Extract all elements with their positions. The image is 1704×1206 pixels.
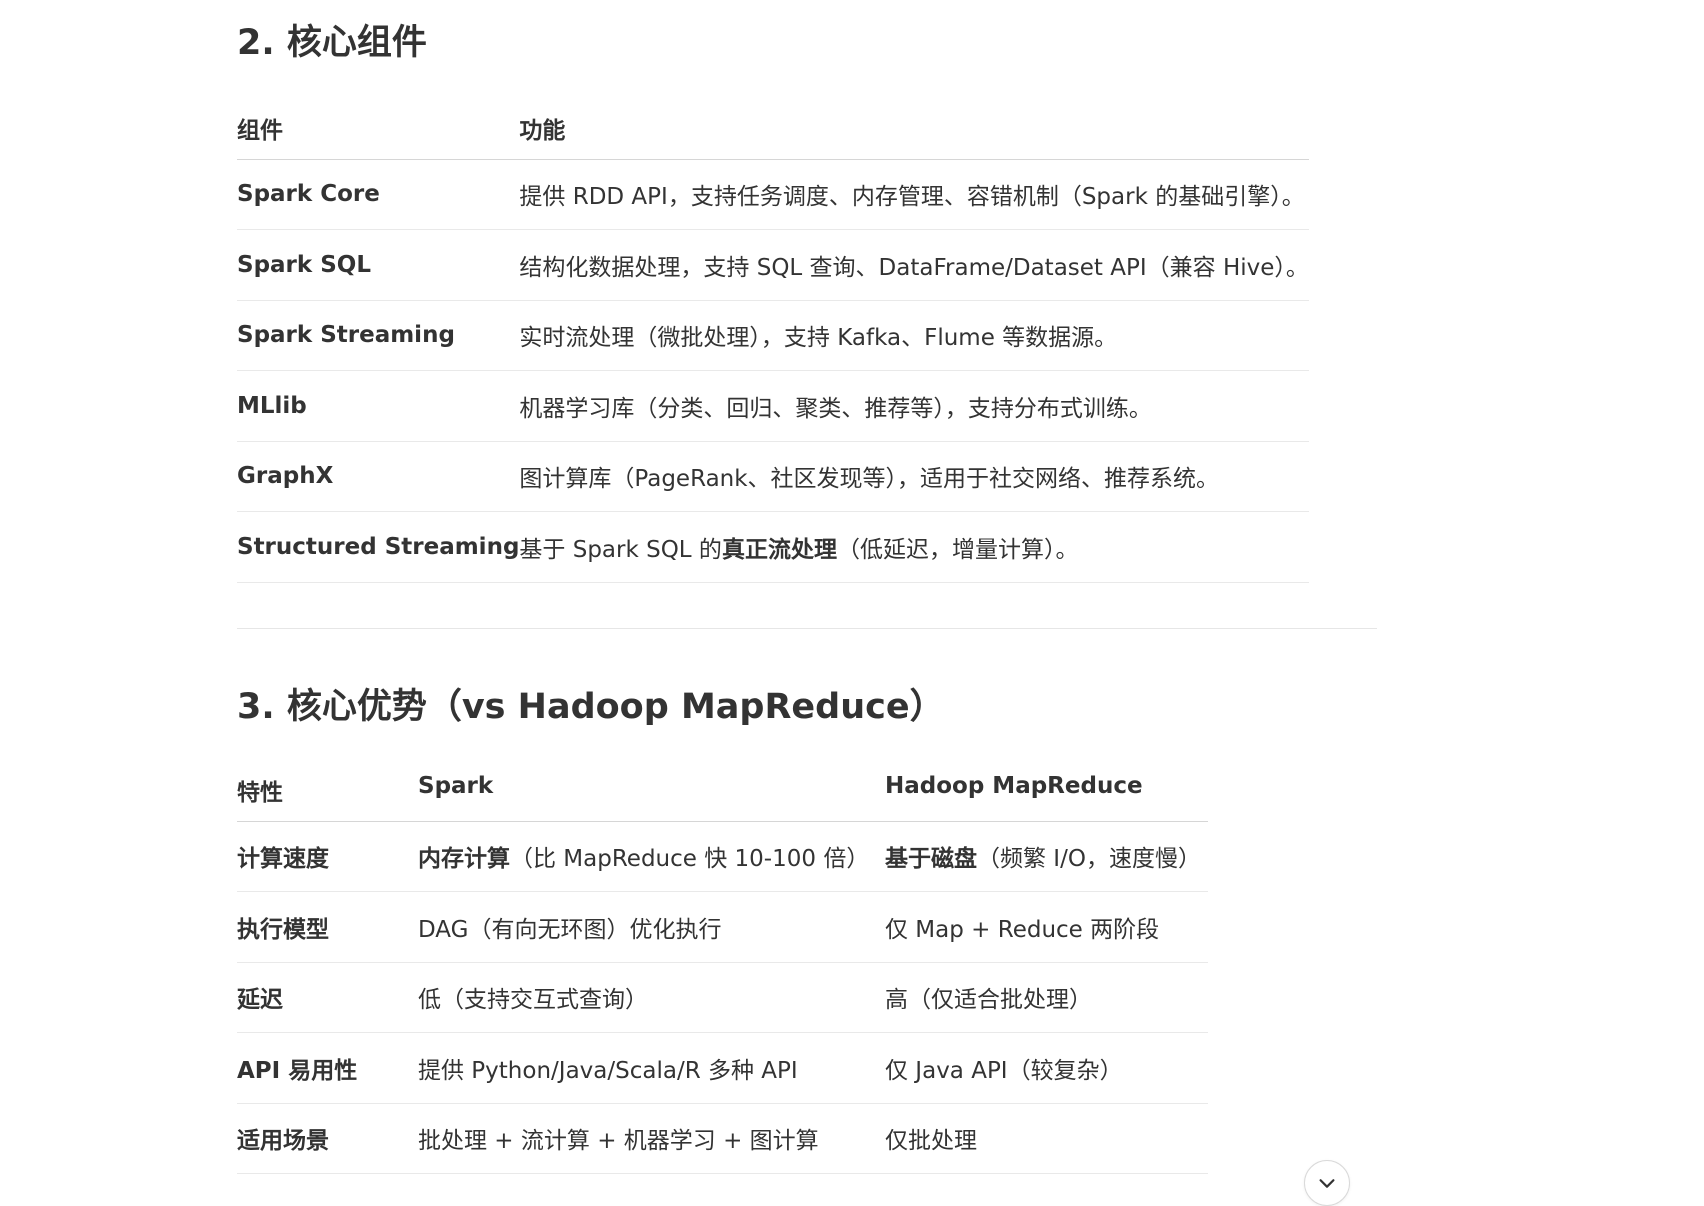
cell-text: 提供 Python/Java/Scala/R 多种 API	[418, 1057, 798, 1084]
emphasized-text: 真正流处理	[721, 536, 837, 563]
hadoop-cell: 仅 Map + Reduce 两阶段	[885, 891, 1208, 963]
table-header-row: 特性 Spark Hadoop MapReduce	[237, 763, 1208, 822]
scroll-down-button[interactable]	[1304, 1160, 1350, 1206]
table-row: MLlib 机器学习库（分类、回归、聚类、推荐等），支持分布式训练。	[237, 370, 1309, 442]
feature-cell: 适用场景	[237, 1103, 418, 1174]
table-row: 执行模型 DAG（有向无环图）优化执行 仅 Map + Reduce 两阶段	[237, 891, 1208, 963]
component-desc-cell: 实时流处理（微批处理），支持 Kafka、Flume 等数据源。	[519, 300, 1309, 371]
cell-text: 高（仅适合批处理）	[885, 987, 1092, 1014]
table-row: API 易用性 提供 Python/Java/Scala/R 多种 API 仅 Ja…	[237, 1032, 1208, 1104]
cell-text: 提供 RDD API，支持任务调度、内存管理、容错机制（Spark 的基础引擎）…	[519, 184, 1305, 211]
hadoop-cell: 仅 Java API（较复杂）	[885, 1032, 1208, 1104]
cell-text: （低延迟，增量计算）。	[836, 536, 1079, 563]
component-name-cell: Spark Core	[237, 159, 520, 230]
table-row: Spark Streaming 实时流处理（微批处理），支持 Kafka、Flum…	[237, 300, 1309, 371]
spark-cell: 低（支持交互式查询）	[418, 962, 885, 1033]
section-title-core-advantages: 3. 核心优势（vs Hadoop MapReduce）	[237, 687, 945, 727]
components-table: 组件 功能 Spark Core 提供 RDD API，支持任务调度、内存管理、容…	[237, 101, 1309, 583]
section-divider	[237, 628, 1377, 629]
header-cell: 特性	[237, 763, 418, 822]
header-cell: Spark	[418, 763, 885, 822]
comparison-table: 特性 Spark Hadoop MapReduce 计算速度 内存计算（比 Map…	[237, 763, 1208, 1174]
cell-text: 仅 Map + Reduce 两阶段	[885, 916, 1160, 943]
header-cell: Hadoop MapReduce	[885, 763, 1208, 822]
cell-text: 基于 Spark SQL 的	[519, 536, 722, 563]
section-title-core-components: 2. 核心组件	[237, 23, 427, 63]
component-desc-cell: 提供 RDD API，支持任务调度、内存管理、容错机制（Spark 的基础引擎）…	[519, 159, 1309, 230]
spark-cell: 提供 Python/Java/Scala/R 多种 API	[418, 1032, 885, 1104]
cell-text: （比 MapReduce 快 10-100 倍）	[510, 846, 870, 873]
emphasized-text: 基于磁盘	[885, 846, 977, 873]
component-name-cell: Structured Streaming	[237, 511, 520, 583]
cell-text: 批处理 + 流计算 + 机器学习 + 图计算	[418, 1128, 819, 1155]
cell-text: 仅批处理	[885, 1128, 977, 1155]
cell-text: 仅 Java API（较复杂）	[885, 1057, 1123, 1084]
table-row: GraphX 图计算库（PageRank、社区发现等），适用于社交网络、推荐系统。	[237, 441, 1309, 512]
cell-text: 实时流处理（微批处理），支持 Kafka、Flume 等数据源。	[519, 325, 1118, 352]
cell-text: （频繁 I/O，速度慢）	[977, 846, 1201, 873]
component-desc-cell: 结构化数据处理，支持 SQL 查询、DataFrame/Dataset API（…	[519, 229, 1309, 301]
table-row: Spark SQL 结构化数据处理，支持 SQL 查询、DataFrame/Dat…	[237, 229, 1309, 301]
feature-cell: API 易用性	[237, 1032, 418, 1104]
table-row: Spark Core 提供 RDD API，支持任务调度、内存管理、容错机制（Sp…	[237, 159, 1309, 230]
cell-text: 低（支持交互式查询）	[418, 987, 648, 1014]
comparison-table-body: 计算速度 内存计算（比 MapReduce 快 10-100 倍） 基于磁盘（频繁 …	[237, 821, 1208, 1174]
header-cell: 功能	[519, 101, 1309, 160]
hadoop-cell: 高（仅适合批处理）	[885, 962, 1208, 1033]
feature-cell: 计算速度	[237, 821, 418, 892]
components-table-body: Spark Core 提供 RDD API，支持任务调度、内存管理、容错机制（Sp…	[237, 159, 1309, 583]
spark-cell: 内存计算（比 MapReduce 快 10-100 倍）	[418, 821, 885, 892]
table-row: 计算速度 内存计算（比 MapReduce 快 10-100 倍） 基于磁盘（频繁 …	[237, 821, 1208, 892]
component-name-cell: MLlib	[237, 370, 520, 442]
cell-text: 图计算库（PageRank、社区发现等），适用于社交网络、推荐系统。	[519, 466, 1220, 493]
component-name-cell: GraphX	[237, 441, 520, 512]
table-row: Structured Streaming 基于 Spark SQL 的真正流处理（…	[237, 511, 1309, 583]
component-desc-cell: 机器学习库（分类、回归、聚类、推荐等），支持分布式训练。	[519, 370, 1309, 442]
cell-text: 机器学习库（分类、回归、聚类、推荐等），支持分布式训练。	[519, 395, 1152, 422]
emphasized-text: 内存计算	[418, 846, 510, 873]
table-header-row: 组件 功能	[237, 101, 1309, 160]
feature-cell: 执行模型	[237, 891, 418, 963]
component-name-cell: Spark Streaming	[237, 300, 520, 371]
component-desc-cell: 图计算库（PageRank、社区发现等），适用于社交网络、推荐系统。	[519, 441, 1309, 512]
feature-cell: 延迟	[237, 962, 418, 1033]
component-desc-cell: 基于 Spark SQL 的真正流处理（低延迟，增量计算）。	[519, 511, 1309, 583]
table-row: 延迟 低（支持交互式查询） 高（仅适合批处理）	[237, 962, 1208, 1033]
component-name-cell: Spark SQL	[237, 229, 520, 301]
spark-cell: 批处理 + 流计算 + 机器学习 + 图计算	[418, 1103, 885, 1174]
spark-cell: DAG（有向无环图）优化执行	[418, 891, 885, 963]
hadoop-cell: 仅批处理	[885, 1103, 1208, 1174]
cell-text: 结构化数据处理，支持 SQL 查询、DataFrame/Dataset API（…	[519, 254, 1309, 281]
hadoop-cell: 基于磁盘（频繁 I/O，速度慢）	[885, 821, 1208, 892]
cell-text: DAG（有向无环图）优化执行	[418, 916, 722, 943]
chevron-down-icon	[1319, 1179, 1335, 1188]
header-cell: 组件	[237, 101, 520, 160]
table-row: 适用场景 批处理 + 流计算 + 机器学习 + 图计算 仅批处理	[237, 1103, 1208, 1174]
